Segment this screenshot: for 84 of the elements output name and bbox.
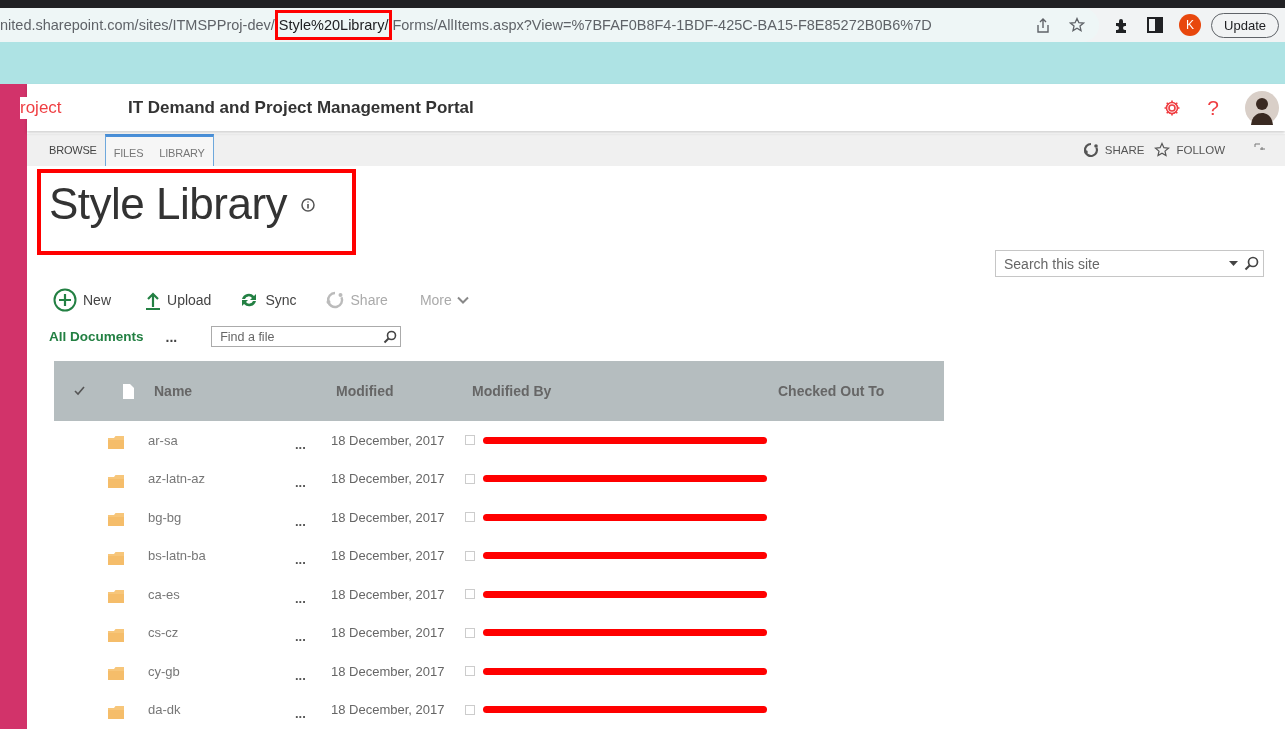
page-title: Style Library (49, 181, 288, 227)
info-icon[interactable] (301, 198, 316, 212)
share-icon[interactable] (1082, 142, 1099, 159)
url-text[interactable]: Forms/AllItems.aspx?View=%7BFAF0B8F4-1BDF-425C-BA15-F8E85272B0B6%7D (392, 17, 932, 33)
more-options-icon[interactable]: ... (295, 706, 306, 722)
more-options-icon[interactable]: ... (295, 590, 306, 606)
column-header[interactable]: Name (154, 383, 193, 399)
dropdown-caret-icon[interactable] (1229, 261, 1238, 266)
column-header[interactable]: Modified By (472, 383, 552, 399)
table-cell: 18 December, 2017 (331, 702, 445, 718)
more-options-icon[interactable]: ... (295, 436, 306, 452)
more-options-icon[interactable]: ... (295, 513, 306, 529)
folder-icon (108, 589, 124, 604)
focus-icon[interactable] (1253, 142, 1265, 153)
url-text[interactable]: nited.sharepoint.com/sites/ITMSPProj-dev/ (0, 17, 275, 33)
checkbox[interactable] (465, 473, 475, 484)
more-options-icon[interactable]: ... (295, 475, 306, 491)
checkbox[interactable] (465, 666, 475, 677)
find-file-input[interactable]: Find a file (218, 328, 384, 345)
table-cell: 18 December, 2017 (331, 471, 445, 487)
ribbon-tab[interactable]: LIBRARY (151, 137, 213, 166)
find-file-field[interactable]: Find a file (211, 326, 402, 347)
more-options-icon[interactable]: ... (295, 629, 306, 645)
highlighted-url-text[interactable]: Style%20Library/ (274, 10, 393, 40)
ribbon-tab[interactable]: FILES (105, 137, 152, 166)
plus-icon (53, 288, 77, 312)
document-icon (122, 382, 135, 400)
folder-icon (108, 627, 124, 642)
help-icon[interactable]: ? (1207, 95, 1219, 120)
checkbox[interactable] (465, 512, 475, 523)
table-cell: 18 December, 2017 (331, 586, 445, 602)
folder-name-link[interactable]: ar-sa (148, 432, 178, 448)
folder-name-link[interactable]: bg-bg (148, 509, 182, 525)
checkbox[interactable] (465, 550, 475, 561)
table-cell: 18 December, 2017 (331, 432, 445, 448)
profile-avatar[interactable]: K (1179, 14, 1202, 36)
settings-icon[interactable] (1163, 98, 1182, 117)
folder-name-link[interactable]: ca-es (148, 586, 180, 602)
more-options-icon[interactable]: ... (295, 667, 306, 683)
command-button[interactable]: Upload (145, 290, 212, 310)
table-cell: 18 December, 2017 (331, 625, 445, 641)
command-button[interactable]: Sync (239, 290, 297, 310)
star-icon[interactable] (1154, 142, 1171, 159)
avatar[interactable] (1245, 90, 1279, 125)
table-cell: 18 December, 2017 (331, 663, 445, 679)
command-button[interactable]: New (53, 288, 111, 312)
search-icon[interactable] (1244, 256, 1259, 271)
search-icon[interactable] (383, 329, 398, 344)
folder-name-link[interactable]: da-dk (148, 702, 181, 718)
column-header[interactable]: Modified (336, 383, 394, 399)
folder-name-link[interactable]: cs-cz (148, 625, 179, 641)
search-field[interactable]: Search this site (995, 250, 1264, 277)
folder-icon (108, 550, 124, 565)
update-button[interactable]: Update (1211, 12, 1279, 38)
folder-name-link[interactable]: cy-gb (148, 663, 180, 679)
checkbox[interactable] (465, 435, 475, 446)
share-icon (324, 290, 345, 310)
folder-icon (108, 473, 124, 488)
share-link[interactable]: SHARE (1104, 144, 1145, 157)
checkbox[interactable] (465, 704, 475, 715)
search-input[interactable]: Search this site (1002, 254, 1223, 273)
side-panel-icon[interactable] (1147, 17, 1164, 33)
star-icon[interactable] (1069, 17, 1086, 33)
portal-title[interactable]: IT Demand and Project Management Portal (128, 97, 1164, 118)
table-cell: 18 December, 2017 (331, 548, 445, 564)
follow-link[interactable]: FOLLOW (1176, 144, 1225, 157)
folder-icon (108, 704, 124, 719)
share-icon[interactable] (1035, 17, 1052, 33)
upload-icon (145, 290, 161, 310)
folder-icon (108, 435, 124, 450)
more-options-icon[interactable]: ... (295, 552, 306, 568)
checkmark-icon[interactable] (74, 386, 85, 396)
folder-icon (108, 666, 124, 681)
more-options-icon[interactable]: ... (165, 328, 178, 345)
chevron-down-icon (456, 296, 469, 304)
folder-name-link[interactable]: bs-latn-ba (148, 548, 206, 564)
folder-icon (108, 512, 124, 527)
ribbon-tab[interactable]: BROWSE (41, 134, 105, 166)
table-cell: 18 December, 2017 (331, 509, 445, 525)
checkbox[interactable] (465, 589, 475, 600)
folder-name-link[interactable]: az-latn-az (148, 471, 206, 487)
column-header[interactable]: Checked Out To (778, 383, 885, 399)
checkbox[interactable] (465, 627, 475, 638)
view-link[interactable]: All Documents (49, 329, 144, 344)
